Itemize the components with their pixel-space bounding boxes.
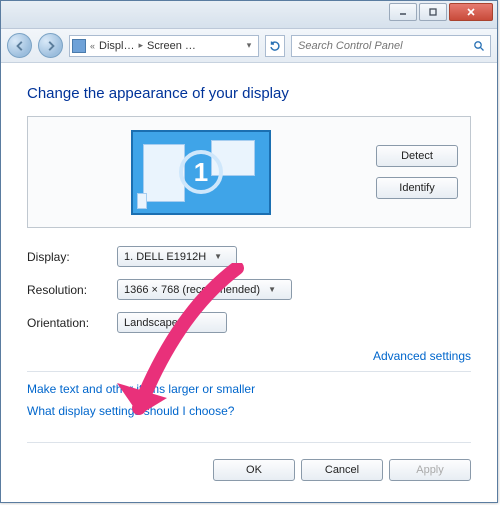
divider: [27, 371, 471, 372]
minimize-icon: [398, 7, 408, 17]
search-box[interactable]: [291, 35, 491, 57]
forward-button[interactable]: [38, 33, 63, 58]
resolution-select[interactable]: 1366 × 768 (recommended) ▼: [117, 279, 292, 300]
back-arrow-icon: [14, 40, 26, 52]
search-icon: [472, 39, 486, 53]
text-size-link[interactable]: Make text and other items larger or smal…: [27, 382, 471, 396]
window: « Displ… ▸ Screen … ▾ Change the appeara…: [0, 0, 498, 503]
breadcrumb-dropdown[interactable]: ▾: [242, 40, 256, 51]
advanced-settings-link[interactable]: Advanced settings: [373, 349, 471, 363]
forward-arrow-icon: [45, 40, 57, 52]
chevron-down-icon: ▼: [214, 252, 222, 261]
monitor-box: 1 Detect Identify: [27, 116, 471, 228]
help-links: Make text and other items larger or smal…: [27, 382, 471, 418]
refresh-button[interactable]: [265, 35, 285, 57]
chevron-down-icon: ▼: [186, 318, 194, 327]
monitor-number: 1: [194, 157, 208, 188]
minimize-button[interactable]: [389, 3, 417, 21]
monitor-preview-area: 1: [40, 130, 362, 215]
close-icon: [466, 7, 476, 17]
resolution-value: 1366 × 768 (recommended): [124, 284, 260, 296]
detect-button[interactable]: Detect: [376, 145, 458, 167]
orientation-label: Orientation:: [27, 316, 117, 330]
content: Change the appearance of your display 1 …: [1, 63, 497, 493]
maximize-icon: [428, 7, 438, 17]
ok-button[interactable]: OK: [213, 459, 295, 481]
monitor-preview[interactable]: 1: [131, 130, 271, 215]
refresh-icon: [269, 40, 281, 52]
control-panel-icon: [72, 39, 86, 53]
identify-button[interactable]: Identify: [376, 177, 458, 199]
cancel-button[interactable]: Cancel: [301, 459, 383, 481]
monitor-buttons: Detect Identify: [376, 145, 458, 199]
monitor-number-badge: 1: [179, 150, 223, 194]
apply-button[interactable]: Apply: [389, 459, 471, 481]
breadcrumb-seg-screen[interactable]: Screen …: [147, 40, 196, 52]
back-button[interactable]: [7, 33, 32, 58]
address-row: « Displ… ▸ Screen … ▾: [1, 29, 497, 63]
display-select[interactable]: 1. DELL E1912H ▼: [117, 246, 237, 267]
help-link[interactable]: What display settings should I choose?: [27, 404, 471, 418]
breadcrumb[interactable]: « Displ… ▸ Screen … ▾: [69, 35, 259, 57]
chevron-right-icon: ▸: [136, 40, 145, 51]
close-button[interactable]: [449, 3, 493, 21]
orientation-select[interactable]: Landscape ▼: [117, 312, 227, 333]
chevron-down-icon: ▼: [268, 285, 276, 294]
breadcrumb-seg-display[interactable]: Displ…: [99, 40, 134, 52]
resolution-label: Resolution:: [27, 283, 117, 297]
page-title: Change the appearance of your display: [27, 85, 471, 102]
display-label: Display:: [27, 250, 117, 264]
display-value: 1. DELL E1912H: [124, 251, 206, 263]
button-row: OK Cancel Apply: [27, 453, 471, 481]
divider: [27, 442, 471, 443]
maximize-button[interactable]: [419, 3, 447, 21]
breadcrumb-sep-icon: «: [88, 41, 97, 51]
settings-grid: Display: 1. DELL E1912H ▼ Resolution: 13…: [27, 246, 471, 333]
titlebar: [1, 1, 497, 29]
preview-taskbar-icon: [137, 193, 147, 209]
orientation-value: Landscape: [124, 317, 178, 329]
search-input[interactable]: [296, 39, 472, 53]
